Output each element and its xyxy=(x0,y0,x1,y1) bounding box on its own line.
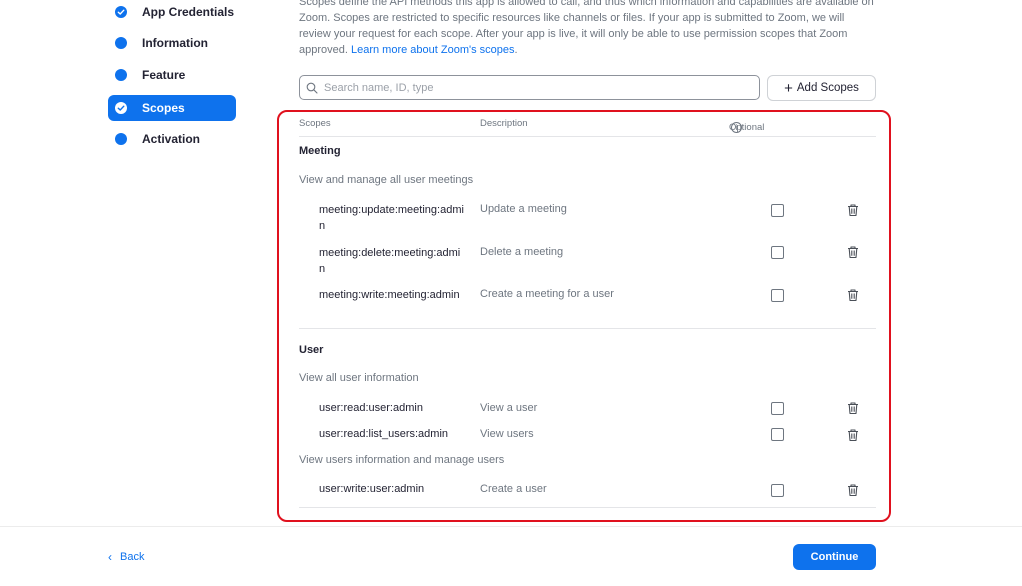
check-circle-icon xyxy=(115,6,127,18)
sidebar-item-label: Scopes xyxy=(142,101,185,115)
check-circle-icon xyxy=(115,102,127,114)
scope-description: Update a meeting xyxy=(480,203,567,215)
trash-icon[interactable] xyxy=(846,203,860,217)
optional-checkbox[interactable] xyxy=(771,428,784,441)
header-description: Description xyxy=(480,118,528,129)
intro-suffix: . xyxy=(514,44,518,56)
sidebar-item-label: App Credentials xyxy=(142,5,235,19)
step-dot-icon xyxy=(115,37,127,49)
back-label: Back xyxy=(120,551,145,563)
step-dot-icon xyxy=(115,69,127,81)
scopes-table-header: Scopes Description Optional i xyxy=(299,114,876,137)
scope-description: Create a user xyxy=(480,483,547,495)
scope-name: user:read:list_users:admin xyxy=(319,428,449,440)
optional-checkbox[interactable] xyxy=(771,289,784,302)
scope-description: View a user xyxy=(480,402,538,414)
header-scopes: Scopes xyxy=(299,118,331,129)
scope-name: user:write:user:admin xyxy=(319,483,425,495)
group-divider xyxy=(299,507,876,508)
scope-search-box[interactable] xyxy=(299,75,760,100)
trash-icon[interactable] xyxy=(846,245,860,259)
scope-name: meeting:update:meeting:admin xyxy=(319,204,464,232)
optional-checkbox[interactable] xyxy=(771,484,784,497)
sidebar-item-label: Feature xyxy=(142,68,186,82)
scope-description: Delete a meeting xyxy=(480,246,564,258)
sidebar-item-label: Activation xyxy=(142,132,201,146)
group-divider xyxy=(299,328,876,329)
info-icon[interactable]: i xyxy=(731,122,742,133)
sidebar-item-app-credentials[interactable]: App Credentials xyxy=(108,0,236,25)
footer-divider xyxy=(0,526,1022,527)
scopes-intro-text: Scopes define the API methods this app i… xyxy=(299,0,879,58)
subgroup-label: View and manage all user meetings xyxy=(299,174,474,186)
add-scopes-label: Add Scopes xyxy=(796,82,859,94)
continue-button[interactable]: Continue xyxy=(793,544,876,570)
trash-icon[interactable] xyxy=(846,483,860,497)
chevron-left-icon: ‹ xyxy=(108,550,112,564)
subgroup-label: View all user information xyxy=(299,372,419,384)
scope-name: user:read:user:admin xyxy=(319,402,423,414)
search-icon xyxy=(306,82,318,94)
sidebar-item-scopes[interactable]: Scopes xyxy=(108,95,236,121)
sidebar-item-activation[interactable]: Activation xyxy=(108,126,236,152)
step-dot-icon xyxy=(115,133,127,145)
subgroup-label: View users information and manage users xyxy=(299,454,505,466)
scope-name: meeting:write:meeting:admin xyxy=(319,289,460,301)
back-button[interactable]: ‹ Back xyxy=(108,550,144,564)
group-title-user: User xyxy=(299,344,324,356)
trash-icon[interactable] xyxy=(846,428,860,442)
sidebar-item-information[interactable]: Information xyxy=(108,30,236,56)
scope-description: Create a meeting for a user xyxy=(480,288,614,300)
scope-name: meeting:delete:meeting:admin xyxy=(319,247,461,275)
scope-description: View users xyxy=(480,428,534,440)
group-title-meeting: Meeting xyxy=(299,145,341,157)
optional-checkbox[interactable] xyxy=(771,246,784,259)
sidebar-item-label: Information xyxy=(142,36,208,50)
optional-checkbox[interactable] xyxy=(771,402,784,415)
search-input[interactable] xyxy=(324,81,744,94)
sidebar-item-feature[interactable]: Feature xyxy=(108,62,236,88)
optional-checkbox[interactable] xyxy=(771,204,784,217)
add-scopes-button[interactable]: + Add Scopes xyxy=(767,75,876,101)
trash-icon[interactable] xyxy=(846,288,860,302)
plus-icon: + xyxy=(784,79,793,97)
trash-icon[interactable] xyxy=(846,401,860,415)
learn-more-link[interactable]: Learn more about Zoom's scopes xyxy=(351,44,515,56)
